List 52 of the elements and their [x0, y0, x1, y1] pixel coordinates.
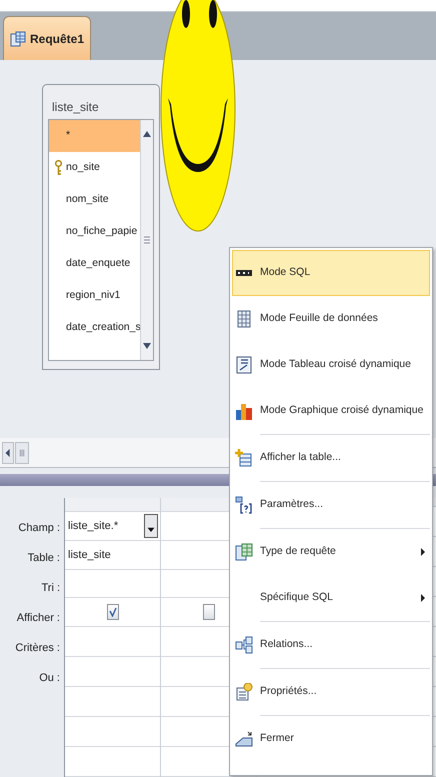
field-item[interactable]: nom_site [49, 184, 140, 216]
query-icon [10, 30, 26, 46]
field-item[interactable]: no_fiche_papie [49, 216, 140, 248]
show-checkbox[interactable] [106, 604, 118, 620]
relationships-icon [235, 636, 253, 654]
checkmark-icon [108, 607, 116, 618]
menu-item[interactable]: Paramètres... [232, 482, 430, 528]
query-tab[interactable]: Requête1 [3, 16, 92, 60]
query-type-icon [235, 543, 253, 561]
field-item[interactable]: region_niv1 [49, 280, 140, 312]
field-name: * [66, 128, 70, 144]
scroll-thumb-icon[interactable] [15, 442, 29, 464]
field-name: no_fiche_papie [66, 224, 138, 240]
grid-cell[interactable]: liste_site.* [65, 512, 160, 542]
add-table-icon [235, 449, 253, 467]
field-item[interactable]: no_site [49, 152, 140, 184]
field-list-title: liste_site [51, 99, 100, 116]
parameters-icon [235, 496, 253, 514]
field-name: region_niv1 [66, 288, 120, 304]
row-label: Tri : [40, 580, 61, 596]
menu-item[interactable]: Fermer [232, 716, 430, 762]
menu-item[interactable]: Afficher la table... [232, 435, 430, 481]
field-item[interactable]: date_enquete [49, 248, 140, 280]
grid-cell[interactable]: liste_site [65, 541, 160, 570]
row-label: Ou : [38, 670, 61, 686]
field-item[interactable]: date_creation_s [49, 312, 140, 344]
scroll-left-icon[interactable] [2, 442, 14, 464]
pivot-table-icon [235, 356, 253, 374]
field-item[interactable]: * [49, 120, 140, 152]
field-name: date_enquete [66, 256, 130, 272]
row-label: Critères : [14, 640, 61, 656]
field-name: no_site [66, 160, 100, 176]
datasheet-icon [235, 310, 253, 328]
show-checkbox[interactable] [202, 604, 214, 620]
field-name: nom_site [66, 192, 109, 208]
row-label: Table : [26, 550, 61, 566]
menu-item[interactable]: Mode Tableau croisé dynamique [232, 342, 430, 388]
scroll-grip-icon[interactable] [141, 234, 153, 246]
menu-item[interactable]: Mode Graphique croisé dynamique [232, 388, 430, 434]
bar-chart-icon [235, 402, 253, 420]
dropdown-button[interactable] [144, 514, 158, 538]
menu-item[interactable]: Propriétés... [232, 669, 430, 715]
menu-item[interactable]: Relations... [232, 622, 430, 668]
menu-item[interactable]: Type de requête [232, 529, 430, 575]
row-label: Afficher : [16, 610, 61, 626]
properties-icon [235, 683, 253, 701]
menu-item[interactable]: Mode Feuille de données [232, 296, 430, 342]
vertical-scrollbar[interactable] [140, 120, 153, 360]
menu-item[interactable]: Spécifique SQL [232, 575, 430, 621]
menu-item[interactable]: Mode SQL [232, 250, 430, 296]
row-label: Champ : [17, 520, 61, 536]
field-name: date_creation_s [66, 320, 140, 336]
